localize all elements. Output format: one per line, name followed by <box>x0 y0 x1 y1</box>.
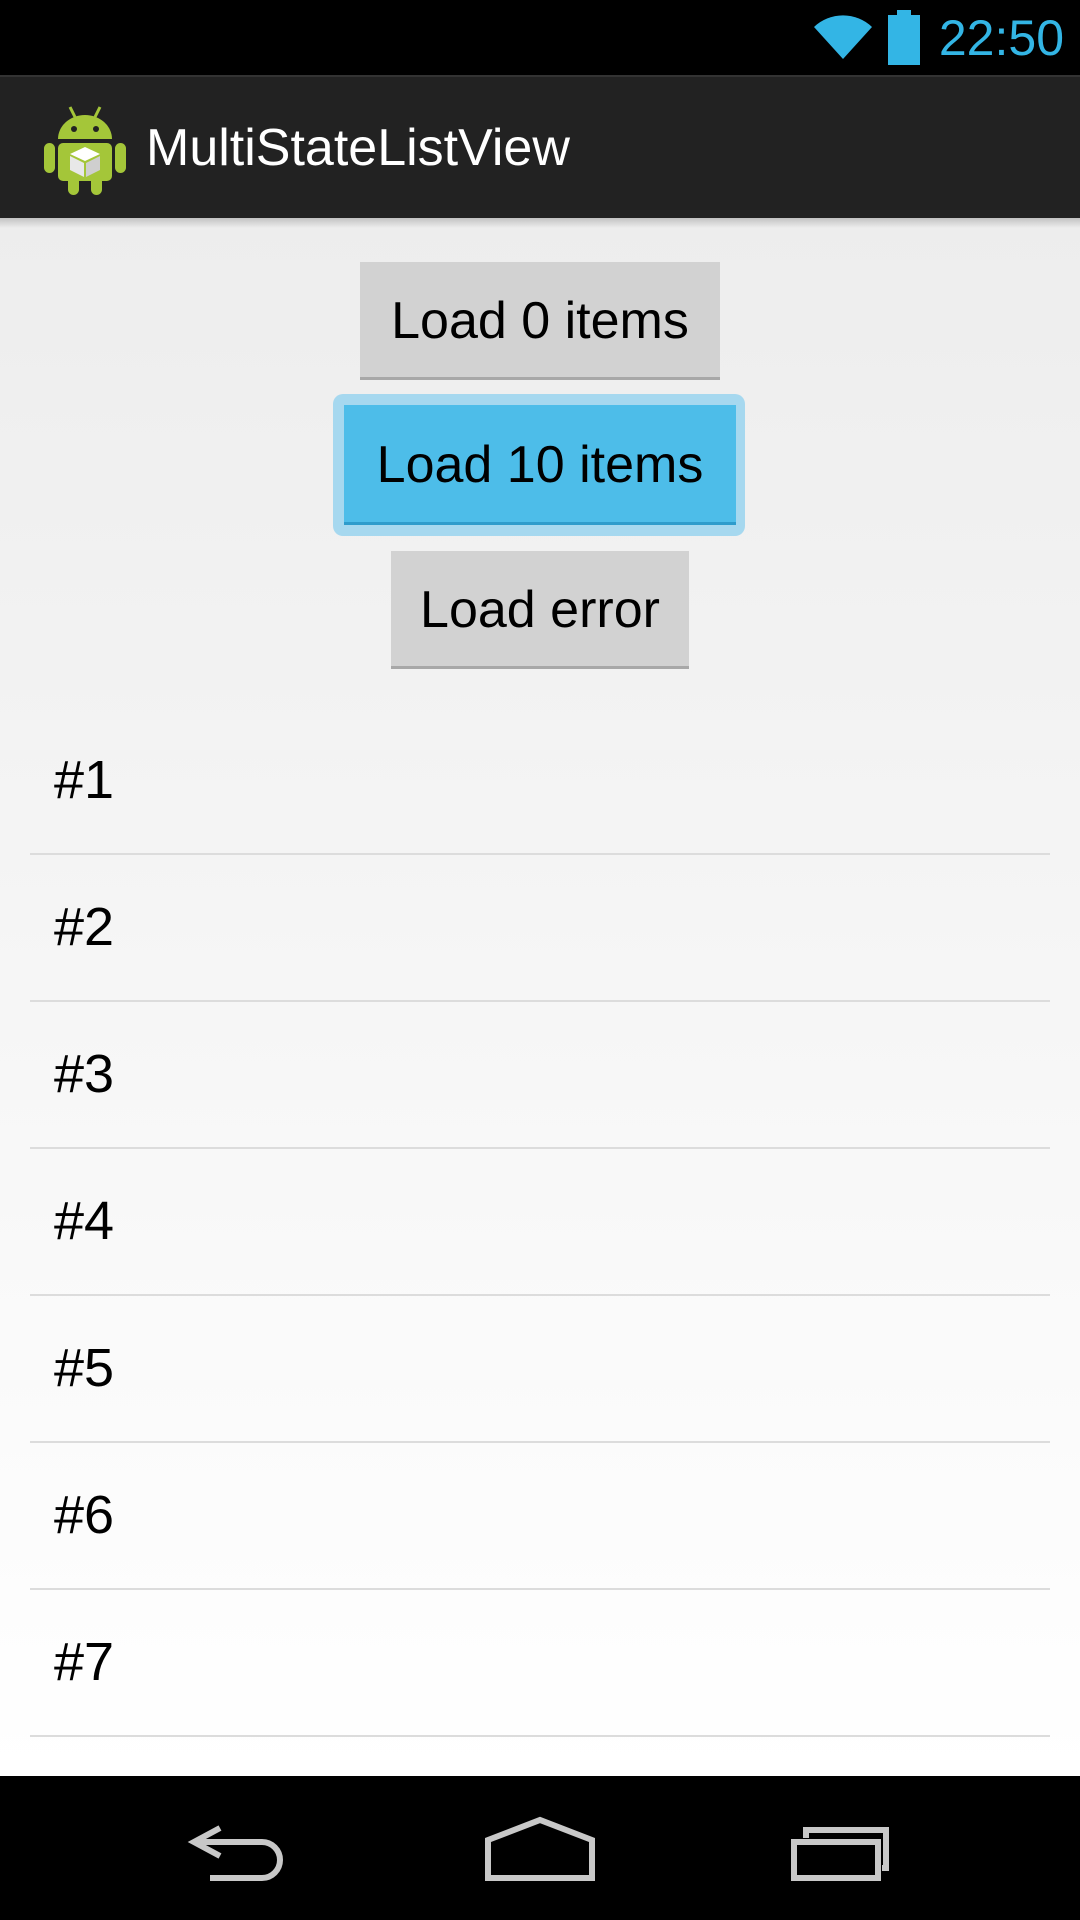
list-item[interactable]: #4 <box>30 1149 1050 1296</box>
app-title: MultiStateListView <box>146 119 570 177</box>
list-item[interactable]: #5 <box>30 1296 1050 1443</box>
wifi-icon <box>814 15 872 60</box>
list-item-label: #4 <box>54 1191 115 1251</box>
list-item[interactable]: #2 <box>30 855 1050 1002</box>
items-list[interactable]: #1 #2 #3 #4 #5 #6 #7 <box>30 708 1050 1737</box>
load-10-items-button[interactable]: Load 10 items <box>344 405 736 525</box>
back-icon[interactable] <box>180 1812 300 1884</box>
status-bar: 22:50 <box>0 0 1080 75</box>
list-item-label: #2 <box>54 897 115 957</box>
list-item-label: #5 <box>54 1338 115 1398</box>
list-item-label: #3 <box>54 1044 115 1104</box>
navigation-bar <box>0 1776 1080 1920</box>
list-item[interactable]: #6 <box>30 1443 1050 1590</box>
load-error-button[interactable]: Load error <box>391 551 689 669</box>
list-item-label: #6 <box>54 1485 115 1545</box>
main-content: Load 0 items Load 10 items Load error #1… <box>0 218 1080 1776</box>
battery-icon <box>888 10 920 65</box>
home-icon[interactable] <box>480 1812 600 1884</box>
android-app-icon <box>44 106 126 195</box>
recents-icon[interactable] <box>780 1812 900 1884</box>
list-item[interactable]: #1 <box>30 708 1050 855</box>
list-item-label: #7 <box>54 1632 115 1692</box>
list-item[interactable]: #7 <box>30 1590 1050 1737</box>
action-bar: MultiStateListView <box>0 75 1080 218</box>
list-item[interactable]: #3 <box>30 1002 1050 1149</box>
load-0-items-button[interactable]: Load 0 items <box>360 262 720 380</box>
list-item-label: #1 <box>54 750 115 810</box>
status-clock: 22:50 <box>938 10 1064 66</box>
